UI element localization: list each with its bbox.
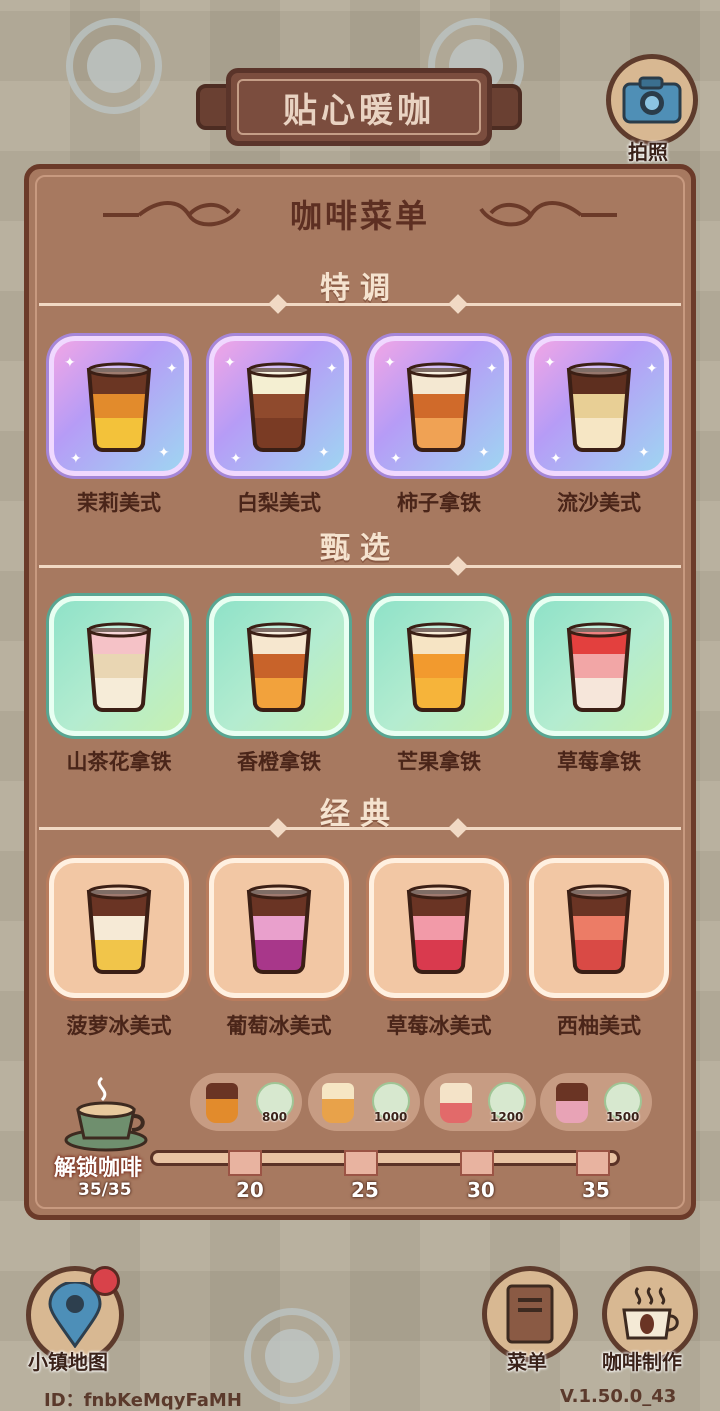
unlock-progress-bar: [150, 1150, 620, 1166]
drink-name: 菠萝冰美式: [66, 1014, 172, 1038]
coffee-making-icon: [622, 1286, 679, 1340]
reward-amount: 800: [262, 1110, 288, 1124]
drink-card[interactable]: ✦ ✦ ✦ ✦: [49, 336, 189, 476]
menu-book-icon: [506, 1284, 554, 1344]
section-divider: [39, 818, 681, 838]
coffee-drink-icon: [406, 622, 472, 712]
drink-name: 白梨美式: [237, 491, 321, 515]
drink-card[interactable]: [369, 596, 509, 736]
drink-name: 山茶花拿铁: [66, 750, 172, 774]
reward-drink-icon: [206, 1083, 238, 1123]
coffee-making-label: 咖啡制作: [602, 1350, 682, 1374]
sparkle-icon: ✦: [70, 451, 82, 467]
drink-card[interactable]: [49, 858, 189, 998]
milestone-marker: [576, 1150, 610, 1176]
drink-card[interactable]: ✦ ✦ ✦ ✦: [209, 336, 349, 476]
coffee-drink-icon: [566, 884, 632, 974]
camera-icon: [622, 76, 682, 124]
sparkle-icon: ✦: [64, 355, 76, 371]
camera-button[interactable]: [606, 54, 698, 146]
sparkle-icon: ✦: [550, 451, 562, 467]
milestone-marker: [460, 1150, 494, 1176]
sparkle-icon: ✦: [486, 361, 498, 377]
milestone-value: 35: [582, 1178, 610, 1202]
coffee-drink-icon: [86, 622, 152, 712]
sparkle-icon: ✦: [478, 445, 490, 461]
menu-label: 菜单: [507, 1350, 547, 1374]
sparkle-icon: ✦: [638, 445, 650, 461]
reward-drink-icon: [440, 1083, 472, 1123]
unlock-count: 35/35: [78, 1180, 132, 1200]
coffee-drink-icon: [246, 884, 312, 974]
section-title-special: 特调: [320, 271, 400, 306]
sparkle-icon: ✦: [230, 451, 242, 467]
flourish-right-icon: [479, 201, 617, 227]
drink-card[interactable]: [209, 596, 349, 736]
sparkle-icon: ✦: [318, 445, 330, 461]
coffee-drink-icon: [566, 362, 632, 452]
drink-name: 柿子拿铁: [397, 491, 481, 515]
version-text: V.1.50.0_43: [560, 1386, 677, 1407]
user-id: ID：fnbKeMqyFaMH: [44, 1390, 242, 1411]
drink-card[interactable]: ✦ ✦ ✦ ✦: [369, 336, 509, 476]
drink-card[interactable]: [529, 858, 669, 998]
drink-name: 葡萄冰美式: [226, 1014, 332, 1038]
milestone-marker: [228, 1150, 262, 1176]
sparkle-icon: ✦: [166, 361, 178, 377]
drink-name: 流沙美式: [557, 491, 641, 515]
sparkle-icon: ✦: [390, 451, 402, 467]
drink-card[interactable]: ✦ ✦ ✦ ✦: [529, 336, 669, 476]
sparkle-icon: ✦: [326, 361, 338, 377]
section-divider: [39, 294, 681, 314]
drink-name: 芒果拿铁: [397, 750, 481, 774]
milestone-value: 30: [467, 1178, 495, 1202]
sparkle-icon: ✦: [646, 361, 658, 377]
coffee-drink-icon: [406, 362, 472, 452]
drink-name: 草莓拿铁: [557, 750, 641, 774]
coffee-cup-icon: [64, 1076, 148, 1152]
reward-drink-icon: [556, 1083, 588, 1123]
notification-dot: [90, 1266, 120, 1296]
town-map-label: 小镇地图: [28, 1350, 108, 1374]
sparkle-icon: ✦: [384, 355, 396, 371]
coffee-drink-icon: [246, 362, 312, 452]
sparkle-icon: ✦: [544, 355, 556, 371]
camera-label: 拍照: [628, 140, 668, 164]
coffee-drink-icon: [406, 884, 472, 974]
reward-amount: 1500: [606, 1110, 640, 1124]
sun-decoration: [66, 18, 162, 114]
section-title-select: 甄选: [320, 531, 400, 566]
coffee-drink-icon: [86, 884, 152, 974]
drink-name: 草莓冰美式: [386, 1014, 492, 1038]
milestone-marker: [344, 1150, 378, 1176]
drink-card[interactable]: [369, 858, 509, 998]
coffee-drink-icon: [86, 362, 152, 452]
coffee-drink-icon: [566, 622, 632, 712]
drink-card[interactable]: [209, 858, 349, 998]
drink-name: 茉莉美式: [77, 491, 161, 515]
sun-decoration: [244, 1308, 340, 1404]
drink-card[interactable]: [49, 596, 189, 736]
milestone-value: 20: [236, 1178, 264, 1202]
page-title: 贴心暖咖: [283, 90, 435, 131]
sparkle-icon: ✦: [224, 355, 236, 371]
drink-name: 西柚美式: [557, 1014, 641, 1038]
section-divider: [39, 556, 681, 576]
milestone-value: 25: [351, 1178, 379, 1202]
reward-drink-icon: [322, 1083, 354, 1123]
coffee-drink-icon: [246, 622, 312, 712]
title-sign: 贴心暖咖: [196, 58, 522, 154]
drink-card[interactable]: [529, 596, 669, 736]
reward-amount: 1000: [374, 1110, 408, 1124]
drink-name: 香橙拿铁: [237, 750, 321, 774]
reward-amount: 1200: [490, 1110, 524, 1124]
unlock-coffee-label: 解锁咖啡: [54, 1156, 143, 1181]
sparkle-icon: ✦: [158, 445, 170, 461]
